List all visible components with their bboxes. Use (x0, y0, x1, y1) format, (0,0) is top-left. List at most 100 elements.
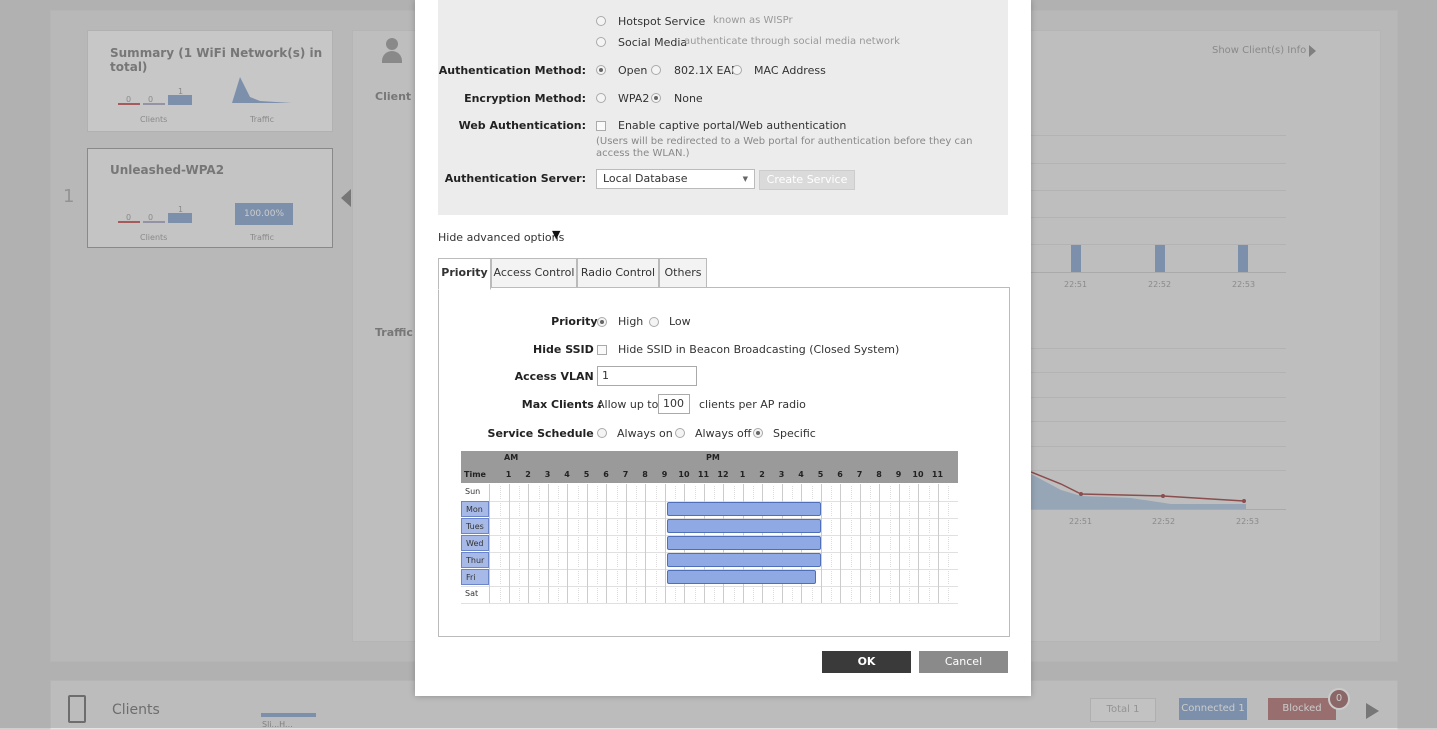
hour-cell[interactable] (645, 586, 665, 603)
hour-cell[interactable] (508, 586, 529, 603)
auth-mac-radio[interactable] (732, 65, 742, 75)
hour-cell[interactable] (645, 518, 665, 535)
hour-cell[interactable] (898, 484, 919, 501)
hour-cell[interactable] (918, 535, 938, 552)
hour-cell[interactable] (879, 535, 899, 552)
hour-cell[interactable] (547, 518, 568, 535)
hour-cell[interactable] (645, 484, 665, 501)
hour-cell[interactable] (625, 484, 646, 501)
hour-cell[interactable] (645, 501, 665, 518)
web-auth-checkbox[interactable] (596, 121, 606, 131)
tab-priority[interactable]: Priority (438, 258, 491, 290)
create-service-button[interactable]: Create Service (759, 170, 855, 190)
hour-cell[interactable] (937, 518, 958, 535)
specific-radio[interactable] (753, 428, 763, 438)
hotspot-service-radio[interactable] (596, 16, 606, 26)
hour-cell[interactable] (918, 484, 938, 501)
schedule-day-label[interactable]: Fri (461, 569, 489, 585)
hour-cell[interactable] (703, 484, 724, 501)
hour-cell[interactable] (859, 552, 880, 569)
hour-cell[interactable] (606, 501, 626, 518)
hour-cell[interactable] (586, 586, 607, 603)
hour-cell[interactable] (820, 552, 841, 569)
auth-8021x-radio[interactable] (651, 65, 661, 75)
hour-cell[interactable] (606, 569, 626, 586)
hour-cell[interactable] (820, 501, 841, 518)
hour-cell[interactable] (508, 518, 529, 535)
hour-cell[interactable] (684, 484, 704, 501)
hour-cell[interactable] (859, 501, 880, 518)
hour-cell[interactable] (879, 501, 899, 518)
hour-cell[interactable] (664, 484, 685, 501)
hour-cell[interactable] (723, 586, 743, 603)
hour-cell[interactable] (840, 569, 860, 586)
always-off-radio[interactable] (675, 428, 685, 438)
hour-cell[interactable] (528, 586, 548, 603)
enc-none-radio[interactable] (651, 93, 661, 103)
hour-cell[interactable] (547, 569, 568, 586)
hour-cell[interactable] (840, 484, 860, 501)
hour-cell[interactable] (898, 501, 919, 518)
schedule-day-label[interactable]: Thur (461, 552, 489, 568)
hour-cell[interactable] (508, 552, 529, 569)
hour-cell[interactable] (781, 586, 802, 603)
service-schedule-grid[interactable]: AM PM Time 1 2 3 4 5 6 7 8 9 10 11 12 1 2 3 4 5 6 7 8 9 10 11 … (461, 451, 958, 604)
schedule-row-sun[interactable]: Sun (461, 484, 958, 502)
hour-cell[interactable] (820, 518, 841, 535)
hour-cell[interactable] (898, 552, 919, 569)
hour-cell[interactable] (820, 569, 841, 586)
ok-button[interactable]: OK (822, 651, 911, 673)
hour-cell[interactable] (918, 586, 938, 603)
hour-cell[interactable] (723, 484, 743, 501)
hour-cell[interactable] (801, 484, 821, 501)
hour-cell[interactable] (645, 552, 665, 569)
hour-cell[interactable] (879, 518, 899, 535)
hour-cell[interactable] (508, 535, 529, 552)
hour-cell[interactable] (606, 535, 626, 552)
hour-cell[interactable] (859, 569, 880, 586)
social-media-radio[interactable] (596, 37, 606, 47)
hour-cell[interactable] (820, 535, 841, 552)
hour-cell[interactable] (508, 569, 529, 586)
hide-ssid-checkbox[interactable] (597, 345, 607, 355)
hour-cell[interactable] (567, 501, 587, 518)
hour-cell[interactable] (918, 518, 938, 535)
hour-cell[interactable] (606, 552, 626, 569)
schedule-row-thur[interactable]: Thur (461, 552, 958, 570)
hour-cell[interactable] (937, 535, 958, 552)
hour-cell[interactable] (645, 569, 665, 586)
always-on-radio[interactable] (597, 428, 607, 438)
schedule-row-tues[interactable]: Tues (461, 518, 958, 536)
hour-cell[interactable] (840, 586, 860, 603)
hour-cell[interactable] (586, 552, 607, 569)
priority-low-radio[interactable] (649, 317, 659, 327)
hour-cell[interactable] (606, 484, 626, 501)
hour-cell[interactable] (567, 586, 587, 603)
hour-cell[interactable] (859, 518, 880, 535)
hour-cell[interactable] (528, 552, 548, 569)
triangle-down-icon[interactable]: ▼ (552, 228, 560, 241)
hour-cell[interactable] (606, 586, 626, 603)
hour-cell[interactable] (859, 586, 880, 603)
hour-cell[interactable] (528, 484, 548, 501)
hour-cell[interactable] (606, 518, 626, 535)
hour-cell[interactable] (879, 586, 899, 603)
hour-cell[interactable] (840, 535, 860, 552)
hour-cell[interactable] (508, 484, 529, 501)
cancel-button[interactable]: Cancel (919, 651, 1008, 673)
hour-cell[interactable] (547, 535, 568, 552)
hour-cell[interactable] (937, 569, 958, 586)
schedule-row-mon[interactable]: Mon (461, 501, 958, 519)
hour-cell[interactable] (937, 501, 958, 518)
schedule-day-label[interactable]: Sat (461, 586, 489, 602)
hour-cell[interactable] (586, 518, 607, 535)
hour-cell[interactable] (567, 518, 587, 535)
schedule-day-label[interactable]: Sun (461, 484, 489, 500)
hour-cell[interactable] (567, 569, 587, 586)
hour-cell[interactable] (625, 552, 646, 569)
hour-cell[interactable] (840, 501, 860, 518)
schedule-day-label[interactable]: Wed (461, 535, 489, 551)
hour-cell[interactable] (489, 518, 509, 535)
priority-high-radio[interactable] (597, 317, 607, 327)
hour-cell[interactable] (586, 501, 607, 518)
